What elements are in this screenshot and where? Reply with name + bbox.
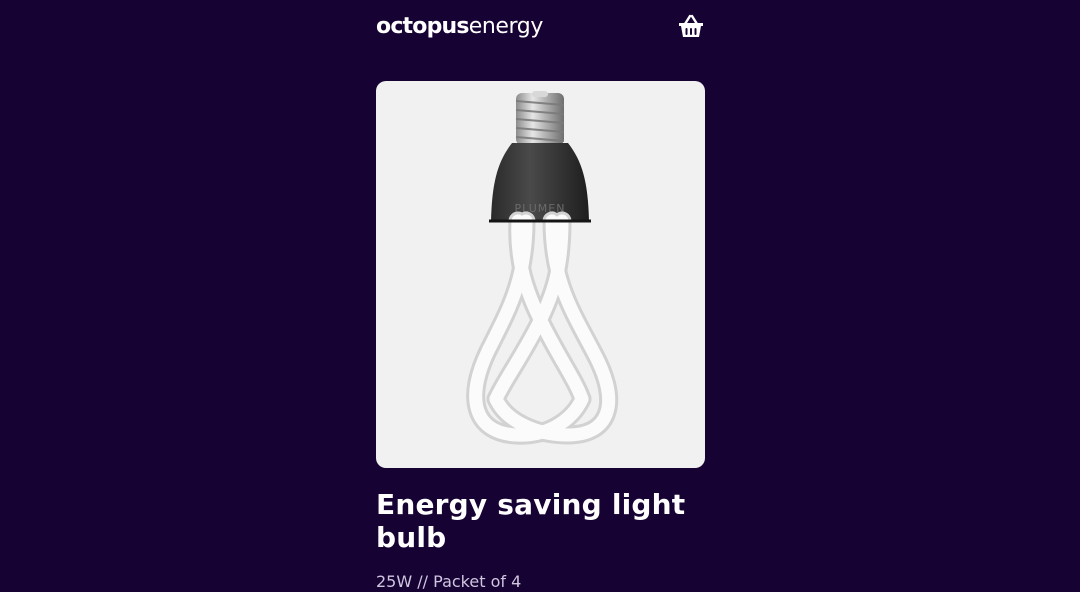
product-subtitle: 25W // Packet of 4 (376, 572, 522, 591)
octopus-energy-logo[interactable]: octopus energy (376, 14, 543, 44)
basket-icon-graphic (679, 14, 703, 37)
logo-text-energy: energy (468, 14, 544, 39)
light-bulb-image: PLUMEN (466, 91, 619, 445)
product-title: Energy saving light bulb (376, 488, 686, 554)
product-image: PLUMEN (376, 81, 705, 468)
site-header: octopus energy (376, 12, 705, 44)
logo-text-octopus: octopus (376, 14, 470, 39)
basket-icon[interactable] (677, 12, 705, 40)
